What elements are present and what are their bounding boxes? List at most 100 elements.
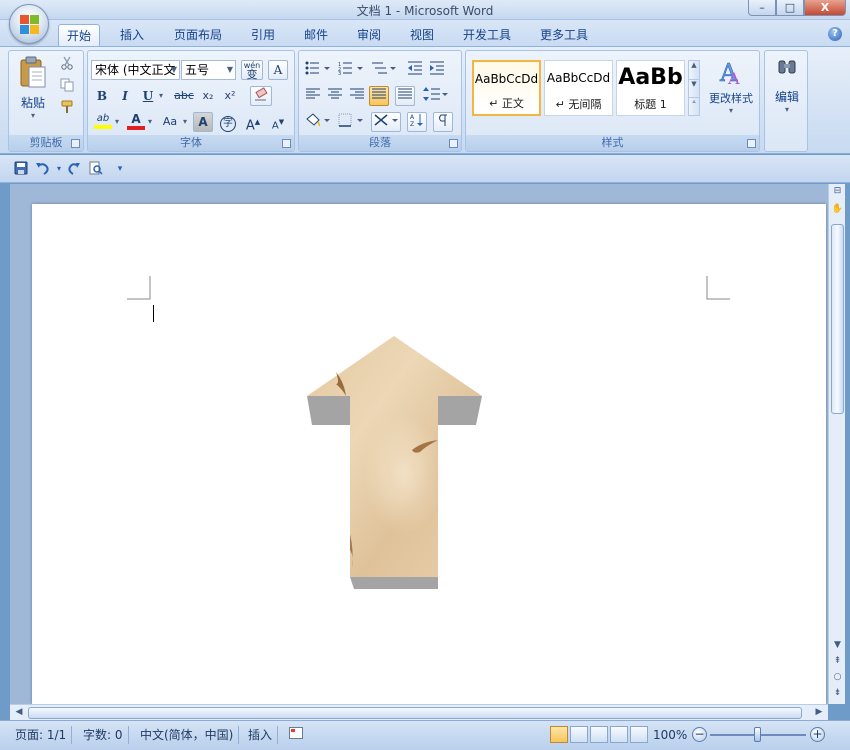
horizontal-scroll-thumb[interactable] — [28, 707, 802, 719]
tab-home[interactable]: 开始 — [58, 24, 100, 46]
change-case-button[interactable]: Aa — [158, 112, 182, 132]
insert-mode[interactable]: 插入 — [243, 726, 279, 744]
zoom-in-button[interactable]: + — [810, 727, 825, 742]
draft-view-button[interactable] — [630, 726, 648, 743]
scroll-left-icon[interactable]: ◀ — [12, 705, 26, 721]
horizontal-scrollbar[interactable]: ◀ ▶ — [10, 704, 828, 720]
change-case-dropdown-icon[interactable]: ▾ — [183, 117, 187, 126]
zoom-level[interactable]: 100% — [648, 726, 692, 744]
styles-scroll-down-icon[interactable]: ▼ — [689, 79, 699, 97]
clipboard-launcher-icon[interactable] — [71, 139, 80, 148]
paragraph-launcher-icon[interactable] — [449, 139, 458, 148]
document-page[interactable] — [32, 204, 826, 704]
decrease-indent-button[interactable] — [405, 60, 425, 80]
font-color-dropdown-icon[interactable]: ▾ — [148, 117, 152, 126]
outline-view-button[interactable] — [610, 726, 628, 743]
scroll-down-icon[interactable]: ▼ — [830, 640, 845, 650]
redo-icon[interactable] — [66, 161, 82, 177]
office-button[interactable] — [9, 4, 49, 44]
superscript-button[interactable]: x² — [220, 86, 240, 106]
tab-mailings[interactable]: 邮件 — [295, 24, 337, 46]
macro-record-icon[interactable] — [284, 726, 308, 744]
font-launcher-icon[interactable] — [282, 139, 291, 148]
shrink-font-button[interactable]: A▼ — [268, 112, 288, 132]
previous-page-icon[interactable]: ⇞ — [830, 656, 845, 666]
customize-toolbar-icon[interactable]: ▾ — [112, 161, 128, 177]
align-center-button[interactable] — [325, 86, 345, 106]
styles-scroll-up-icon[interactable]: ▲ — [689, 61, 699, 79]
grow-font-button[interactable]: A▲ — [243, 112, 263, 133]
char-border-button[interactable]: A — [268, 60, 288, 80]
tab-more-tools[interactable]: 更多工具 — [531, 24, 597, 46]
bold-button[interactable]: B — [92, 86, 112, 106]
undo-dropdown-icon[interactable]: ▾ — [51, 161, 67, 177]
cut-button[interactable] — [57, 55, 77, 75]
sort-button[interactable]: AZ — [407, 112, 427, 132]
web-layout-view-button[interactable] — [590, 726, 608, 743]
close-button[interactable]: X — [804, 0, 846, 16]
next-page-icon[interactable]: ⇟ — [830, 688, 845, 698]
phonetic-guide-button[interactable]: wén 变 — [241, 60, 263, 80]
font-name-combo[interactable]: 宋体 (中文正文 ▼ — [91, 60, 180, 80]
bullets-button[interactable] — [303, 60, 333, 80]
format-painter-button[interactable] — [57, 99, 77, 119]
multilevel-list-button[interactable] — [369, 60, 399, 80]
shading-button[interactable] — [303, 112, 333, 132]
zoom-out-button[interactable]: − — [692, 727, 707, 742]
subscript-button[interactable]: x₂ — [198, 86, 218, 106]
underline-button[interactable]: U — [138, 86, 158, 106]
browse-object-icon[interactable]: ○ — [830, 672, 845, 682]
justify-button[interactable] — [369, 86, 389, 106]
tab-page-layout[interactable]: 页面布局 — [165, 24, 231, 46]
line-spacing-button[interactable] — [421, 86, 451, 106]
highlight-dropdown-icon[interactable]: ▾ — [115, 117, 119, 126]
font-color-button[interactable]: A — [125, 112, 147, 132]
scroll-right-icon[interactable]: ▶ — [812, 705, 826, 721]
numbering-button[interactable]: 123 — [336, 60, 366, 80]
chinese-layout-button[interactable] — [371, 112, 401, 132]
minimize-button[interactable]: – — [748, 0, 776, 16]
save-icon[interactable] — [13, 161, 29, 177]
tab-review[interactable]: 审阅 — [348, 24, 390, 46]
word-count[interactable]: 字数: 0 — [78, 726, 129, 744]
help-icon[interactable]: ? — [828, 27, 842, 41]
tab-references[interactable]: 引用 — [242, 24, 284, 46]
undo-icon[interactable] — [34, 161, 50, 177]
print-layout-view-button[interactable] — [550, 726, 568, 743]
vertical-scroll-thumb[interactable] — [831, 224, 844, 414]
zoom-slider-knob[interactable] — [754, 727, 761, 742]
print-preview-icon[interactable] — [88, 161, 104, 177]
strikethrough-button[interactable]: abc — [172, 86, 196, 106]
align-left-button[interactable] — [303, 86, 323, 106]
ruler-toggle-icon[interactable]: ⊟ — [830, 186, 845, 196]
change-styles-button[interactable]: A A 更改样式 ▾ — [704, 57, 758, 129]
clear-formatting-button[interactable] — [250, 86, 272, 106]
vertical-scrollbar[interactable]: ⊟ ✋ ▼ ⇞ ○ ⇟ — [828, 184, 845, 704]
style-normal[interactable]: AaBbCcDd ↵ 正文 — [472, 60, 541, 116]
increase-indent-button[interactable] — [427, 60, 447, 80]
highlight-button[interactable]: ab — [92, 112, 114, 132]
tab-view[interactable]: 视图 — [401, 24, 443, 46]
arrow-shape[interactable] — [304, 334, 484, 592]
language-indicator[interactable]: 中文(简体，中国) — [135, 726, 240, 744]
pan-hand-icon[interactable]: ✋ — [830, 204, 845, 214]
underline-dropdown-icon[interactable]: ▾ — [159, 91, 163, 100]
borders-button[interactable] — [336, 112, 366, 132]
distributed-button[interactable] — [395, 86, 415, 106]
italic-button[interactable]: I — [115, 86, 135, 106]
editing-button[interactable]: 编辑 ▾ — [767, 57, 807, 137]
maximize-button[interactable]: □ — [776, 0, 804, 16]
enclose-chars-button[interactable]: 字 — [218, 112, 238, 132]
font-size-combo[interactable]: 五号 ▼ — [181, 60, 236, 80]
page-count[interactable]: 页面: 1/1 — [10, 726, 73, 744]
tab-insert[interactable]: 插入 — [111, 24, 153, 46]
align-right-button[interactable] — [347, 86, 367, 106]
char-shading-button[interactable]: A — [193, 112, 213, 132]
full-screen-reading-view-button[interactable] — [570, 726, 588, 743]
paste-button[interactable]: 粘贴 ▾ — [13, 55, 53, 127]
styles-launcher-icon[interactable] — [747, 139, 756, 148]
tab-developer[interactable]: 开发工具 — [455, 24, 519, 46]
style-heading-1[interactable]: AaBb 标题 1 — [616, 60, 685, 116]
copy-button[interactable] — [57, 77, 77, 97]
style-no-spacing[interactable]: AaBbCcDd ↵ 无间隔 — [544, 60, 613, 116]
